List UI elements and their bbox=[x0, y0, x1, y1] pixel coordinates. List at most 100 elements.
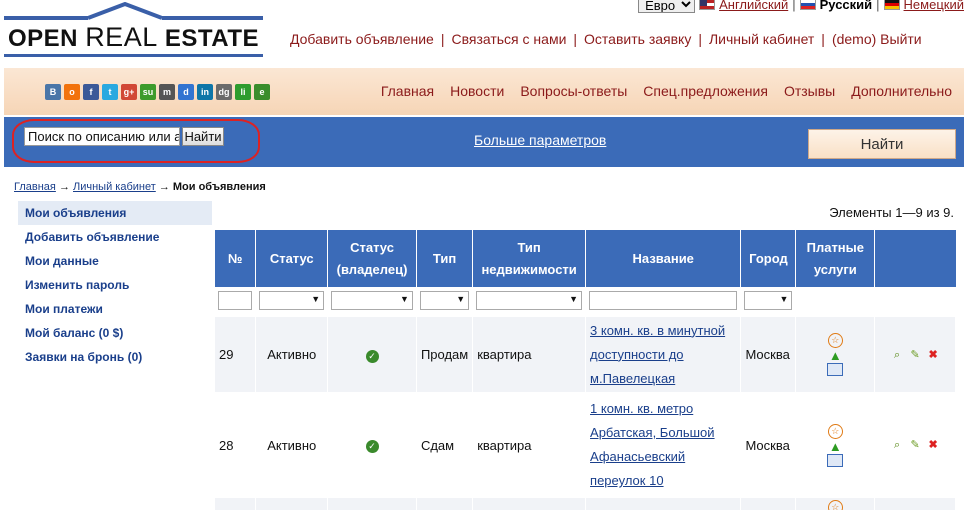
search-input[interactable]: Поиск по описанию или а bbox=[24, 127, 180, 146]
filter-realty-type-select[interactable] bbox=[476, 291, 583, 310]
myspace-icon[interactable]: m bbox=[159, 84, 175, 100]
edit-pencil-icon[interactable]: ✎ bbox=[908, 348, 922, 362]
edit-pencil-icon[interactable]: ✎ bbox=[908, 438, 922, 452]
mainnav-more[interactable]: Дополнительно bbox=[851, 83, 952, 99]
premium-star-icon[interactable]: ☆ bbox=[827, 333, 843, 348]
nav-cabinet[interactable]: Личный кабинет bbox=[709, 31, 814, 47]
filter-number-input[interactable] bbox=[218, 291, 253, 310]
delicious-icon[interactable]: d bbox=[178, 84, 194, 100]
logo-text: OPEN REAL ESTATE bbox=[8, 22, 260, 52]
find-button[interactable]: Найти bbox=[808, 129, 956, 159]
row-realty: квартира bbox=[472, 392, 587, 497]
nav-add-listing[interactable]: Добавить объявление bbox=[290, 31, 434, 47]
row-status: Активно bbox=[255, 392, 329, 497]
filter-owner-status-select[interactable] bbox=[331, 291, 413, 310]
digg-icon[interactable]: dg bbox=[216, 84, 232, 100]
row-status: Активно bbox=[255, 314, 329, 394]
breadcrumb-cabinet[interactable]: Личный кабинет bbox=[73, 181, 156, 193]
row-city: Москва bbox=[740, 392, 797, 497]
delete-icon[interactable]: ✖ bbox=[926, 438, 940, 452]
raise-up-icon[interactable]: ▲ bbox=[829, 349, 842, 362]
linkedin-icon[interactable]: in bbox=[197, 84, 213, 100]
vkontakte-icon[interactable]: B bbox=[45, 84, 61, 100]
premium-star-icon[interactable]: ☆ bbox=[827, 499, 843, 510]
col-header-city[interactable]: Город bbox=[740, 230, 797, 287]
col-header-status[interactable]: Статус bbox=[255, 230, 329, 287]
currency-select[interactable]: Евро bbox=[638, 0, 696, 13]
sidebar-item-bookings[interactable]: Заявки на бронь (0) bbox=[18, 345, 212, 369]
breadcrumb: Главная → Личный кабинет → Мои объявлени… bbox=[14, 181, 266, 193]
table-row: 29 Активно ✓ Продам квартира 3 комн. кв.… bbox=[215, 314, 956, 394]
premium-star-icon[interactable]: ☆ bbox=[827, 423, 843, 439]
row-title-link[interactable]: 3 комн. кв. в минутной доступности до м.… bbox=[590, 323, 725, 386]
filter-city-select[interactable] bbox=[744, 291, 793, 310]
nav-leave-request[interactable]: Оставить заявку bbox=[584, 31, 691, 47]
breadcrumb-home[interactable]: Главная bbox=[14, 181, 56, 193]
row-id: 29 bbox=[215, 314, 257, 394]
utility-bar: Евро Английский | Русский | Немецкий bbox=[638, 0, 964, 13]
raise-up-icon[interactable]: ▲ bbox=[829, 440, 842, 453]
mainnav-faq[interactable]: Вопросы-ответы bbox=[520, 83, 627, 99]
top-nav: Добавить объявление | Связаться с нами | Ост… bbox=[290, 31, 922, 47]
main-nav: Главная Новости Вопросы-ответы Спец.пред… bbox=[381, 83, 952, 99]
search-band: Поиск по описанию или а Найти Больше пар… bbox=[4, 117, 964, 167]
sidebar: Мои объявления Добавить объявление Мои д… bbox=[18, 201, 212, 369]
col-header-type[interactable]: Тип bbox=[416, 230, 474, 287]
check-icon: ✓ bbox=[365, 349, 379, 363]
filter-title-input[interactable] bbox=[589, 291, 738, 310]
check-icon: ✓ bbox=[365, 440, 379, 453]
roof-icon bbox=[88, 2, 162, 20]
de-flag-icon bbox=[883, 0, 900, 10]
google-plus-icon[interactable]: g+ bbox=[121, 84, 137, 100]
filter-row bbox=[215, 287, 956, 316]
lang-german-link[interactable]: Немецкий bbox=[904, 0, 964, 12]
evernote-icon[interactable]: e bbox=[254, 84, 270, 100]
main-nav-band: Bо f t g+ su m d in dg li e Главная Новости Вопрос… bbox=[4, 68, 964, 115]
col-header-actions bbox=[874, 230, 956, 287]
sidebar-item-change-password[interactable]: Изменить пароль bbox=[18, 273, 212, 297]
nav-logout[interactable]: (demo) Выйти bbox=[832, 31, 922, 47]
sidebar-item-add-listing[interactable]: Добавить объявление bbox=[18, 225, 212, 249]
mainnav-home[interactable]: Главная bbox=[381, 83, 434, 99]
col-header-paid-services: Платные услуги bbox=[795, 230, 876, 287]
facebook-icon[interactable]: f bbox=[83, 84, 99, 100]
items-count: Элементы 1—9 из 9. bbox=[829, 205, 954, 220]
search-button[interactable]: Найти bbox=[182, 127, 224, 146]
more-params-link[interactable]: Больше параметров bbox=[474, 132, 606, 148]
twitter-icon[interactable]: t bbox=[102, 84, 118, 100]
row-realty: квартира bbox=[472, 314, 587, 394]
col-header-title[interactable]: Название bbox=[585, 230, 742, 287]
view-icon[interactable]: ⌕ bbox=[890, 348, 904, 362]
row-city: Москва bbox=[740, 314, 797, 394]
row-title-link[interactable]: 1 комн. кв. метро Арбатская, Большой Афа… bbox=[590, 401, 715, 488]
listings-table: № Статус Статус (владелец) Тип Тип недви… bbox=[215, 230, 956, 510]
odnoklassniki-icon[interactable]: о bbox=[64, 84, 80, 100]
sidebar-item-balance[interactable]: Мой баланс (0 $) bbox=[18, 321, 212, 345]
col-header-number[interactable]: № bbox=[215, 230, 257, 287]
sidebar-item-my-payments[interactable]: Мои платежи bbox=[18, 297, 212, 321]
lang-english-link[interactable]: Английский bbox=[719, 0, 788, 12]
filter-type-select[interactable] bbox=[419, 291, 470, 310]
ru-flag-icon bbox=[799, 0, 816, 10]
liveinternet-icon[interactable]: li bbox=[235, 84, 251, 100]
mainnav-reviews[interactable]: Отзывы bbox=[784, 83, 835, 99]
sidebar-item-my-data[interactable]: Мои данные bbox=[18, 249, 212, 273]
mainnav-news[interactable]: Новости bbox=[450, 83, 504, 99]
special-offer-icon[interactable] bbox=[827, 453, 844, 467]
nav-contact[interactable]: Связаться с нами bbox=[451, 31, 566, 47]
row-id: 28 bbox=[215, 392, 257, 497]
mainnav-special-offers[interactable]: Спец.предложения bbox=[643, 83, 768, 99]
lang-russian-current: Русский bbox=[819, 0, 873, 12]
site-logo[interactable]: OPEN REAL ESTATE bbox=[4, 0, 263, 57]
us-flag-icon bbox=[699, 0, 716, 10]
col-header-realty-type[interactable]: Тип недвижимости bbox=[472, 230, 587, 287]
view-icon[interactable]: ⌕ bbox=[890, 438, 904, 452]
special-offer-icon[interactable] bbox=[827, 363, 844, 376]
table-row: 28 Активно ✓ Сдам квартира 1 комн. кв. м… bbox=[215, 392, 956, 497]
filter-status-select[interactable] bbox=[259, 291, 325, 310]
stumbleupon-icon[interactable]: su bbox=[140, 84, 156, 100]
sidebar-item-my-listings[interactable]: Мои объявления bbox=[18, 201, 212, 225]
delete-icon[interactable]: ✖ bbox=[926, 348, 940, 362]
table-row: ☆ bbox=[215, 495, 956, 510]
col-header-owner-status[interactable]: Статус (владелец) bbox=[327, 230, 417, 287]
